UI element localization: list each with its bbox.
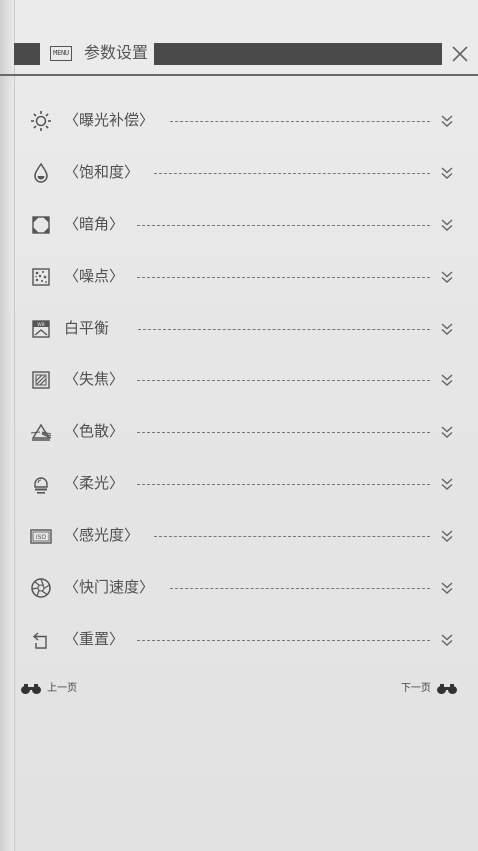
chevron-down-icon[interactable] bbox=[438, 112, 456, 130]
svg-text:WB: WB bbox=[37, 322, 45, 328]
setting-label: 〈饱和度〉 bbox=[64, 162, 140, 181]
setting-reset[interactable]: 〈重置〉 bbox=[0, 614, 478, 666]
exposure-sun-icon bbox=[31, 111, 51, 131]
leader-dots bbox=[170, 588, 430, 590]
leader-dots bbox=[138, 328, 430, 330]
chevron-down-icon[interactable] bbox=[438, 268, 456, 286]
header-divider bbox=[0, 74, 478, 76]
noise-dots-icon bbox=[32, 267, 50, 286]
saturation-drop-icon bbox=[34, 162, 48, 183]
setting-dispersion[interactable]: 〈色散〉 bbox=[0, 406, 478, 458]
setting-label: 〈曝光补偿〉 bbox=[64, 111, 155, 129]
setting-defocus[interactable]: 〈失焦〉 bbox=[0, 354, 478, 406]
setting-vignette[interactable]: 〈暗角〉 bbox=[0, 199, 478, 251]
setting-shutter-speed[interactable]: 〈快门速度〉 bbox=[0, 562, 478, 614]
shutter-aperture-icon bbox=[31, 578, 51, 598]
setting-label: 〈色散〉 bbox=[64, 422, 125, 441]
page-title: 参数设置 bbox=[84, 43, 149, 62]
chevron-down-icon[interactable] bbox=[438, 631, 456, 649]
defocus-icon bbox=[32, 371, 50, 390]
pagination: 上一页 下一页 bbox=[0, 678, 478, 700]
next-page-button[interactable]: 下一页 bbox=[401, 680, 458, 698]
setting-label: 〈快门速度〉 bbox=[64, 578, 155, 597]
iso-icon-text: ISO bbox=[36, 534, 47, 541]
leader-dots bbox=[137, 639, 430, 641]
setting-label: 白平衡 bbox=[64, 318, 110, 337]
leader-dots bbox=[137, 224, 430, 226]
chevron-down-icon[interactable] bbox=[438, 527, 456, 545]
soft-light-bulb-icon bbox=[34, 477, 48, 494]
chevron-down-icon[interactable] bbox=[438, 216, 456, 234]
setting-iso[interactable]: ISO 〈感光度〉 bbox=[0, 510, 478, 562]
setting-noise[interactable]: 〈噪点〉 bbox=[0, 251, 478, 303]
setting-label: 〈失焦〉 bbox=[64, 370, 125, 389]
leader-dots bbox=[137, 276, 430, 278]
iso-icon: ISO bbox=[30, 529, 52, 544]
setting-soft-light[interactable]: 〈柔光〉 bbox=[0, 458, 478, 510]
chevron-down-icon[interactable] bbox=[438, 579, 456, 597]
menu-icon[interactable]: MENU bbox=[50, 46, 72, 61]
binoculars-icon bbox=[21, 684, 41, 694]
setting-label: 〈重置〉 bbox=[64, 629, 125, 648]
binoculars-icon bbox=[437, 684, 457, 694]
setting-label: 〈柔光〉 bbox=[64, 474, 125, 493]
close-icon[interactable] bbox=[449, 41, 471, 67]
setting-white-balance[interactable]: WB 白平衡 bbox=[0, 303, 478, 355]
next-page-label: 下一页 bbox=[400, 683, 431, 694]
setting-label: 〈暗角〉 bbox=[64, 214, 125, 233]
chevron-down-icon[interactable] bbox=[438, 320, 456, 338]
leader-dots bbox=[137, 484, 430, 486]
leader-dots bbox=[137, 432, 430, 434]
chevron-down-icon[interactable] bbox=[438, 371, 456, 389]
chevron-down-icon[interactable] bbox=[438, 164, 456, 182]
setting-saturation[interactable]: 〈饱和度〉 bbox=[0, 147, 478, 199]
header-block-left bbox=[14, 43, 40, 65]
chevron-down-icon[interactable] bbox=[438, 475, 456, 493]
leader-dots bbox=[137, 380, 430, 382]
settings-list: 〈曝光补偿〉 〈饱和度〉 〈暗角〉 〈噪点〉 WB 白平衡 〈失焦〉 〈色散〉 … bbox=[0, 95, 478, 666]
reset-icon bbox=[32, 632, 47, 649]
prev-page-label: 上一页 bbox=[47, 683, 78, 694]
chevron-down-icon[interactable] bbox=[438, 423, 456, 441]
leader-dots bbox=[170, 121, 430, 122]
header-bar: MENU 参数设置 bbox=[0, 40, 478, 74]
setting-exposure[interactable]: 〈曝光补偿〉 bbox=[0, 95, 478, 147]
white-balance-icon: WB bbox=[32, 319, 50, 338]
leader-dots bbox=[154, 172, 430, 174]
dispersion-prism-icon bbox=[30, 424, 52, 442]
leader-dots bbox=[154, 536, 430, 538]
setting-label: 〈感光度〉 bbox=[64, 526, 140, 545]
header-block-right bbox=[154, 43, 442, 65]
vignette-frame-icon bbox=[32, 216, 50, 234]
prev-page-button[interactable]: 上一页 bbox=[20, 680, 77, 698]
setting-label: 〈噪点〉 bbox=[64, 266, 125, 285]
